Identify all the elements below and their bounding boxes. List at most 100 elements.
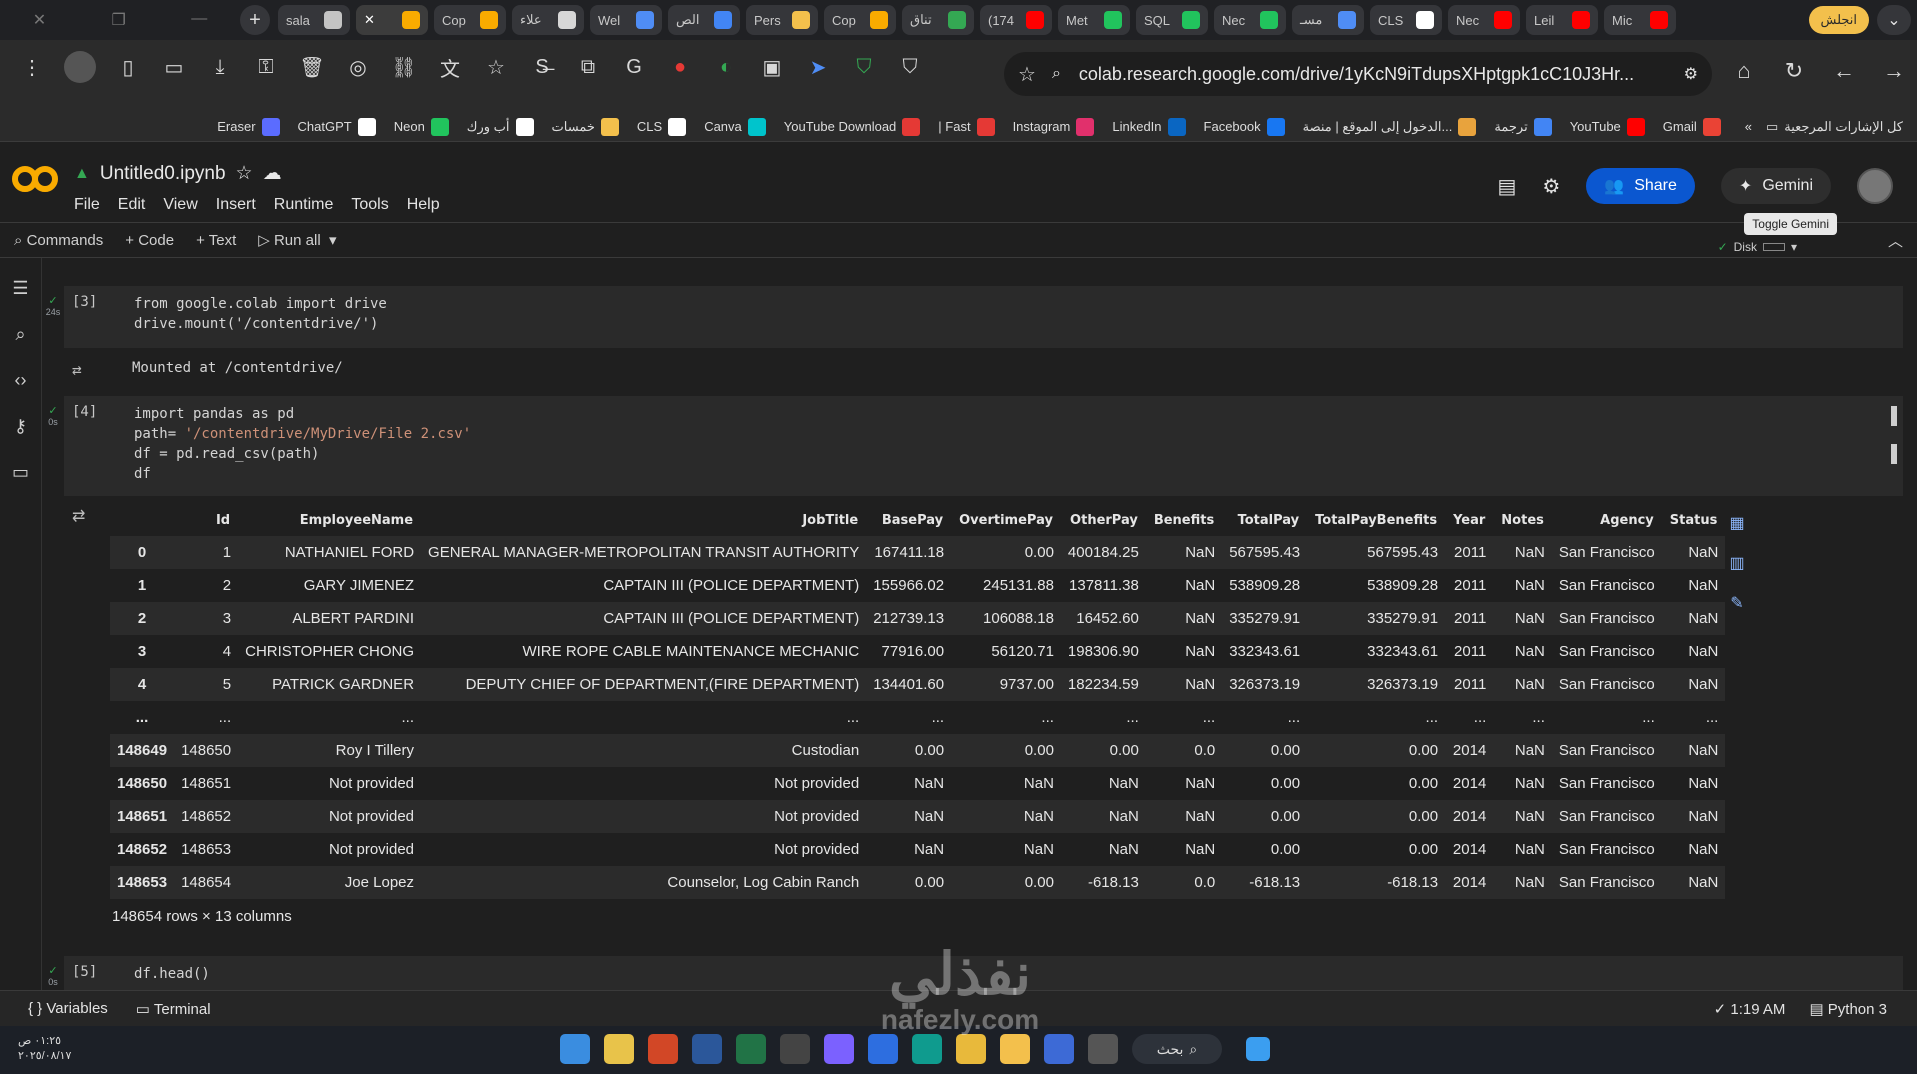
interactive-table-icon[interactable]: ▦ (1726, 512, 1748, 534)
link-icon[interactable]: ⛓ (390, 53, 418, 81)
code-snippets-icon[interactable]: ‹› (9, 368, 33, 392)
app-icon[interactable] (604, 1034, 634, 1064)
menu-item-tools[interactable]: Tools (351, 196, 388, 214)
user-avatar[interactable] (1857, 168, 1893, 204)
bookmark-item[interactable]: Facebook (1204, 117, 1285, 136)
commands-button[interactable]: ⌕ Commands (14, 232, 103, 249)
browser-tab[interactable]: SQL (1136, 5, 1208, 35)
menu-item-runtime[interactable]: Runtime (274, 196, 334, 214)
code-cell[interactable]: import pandas as pd path= '/contentdrive… (64, 396, 1903, 496)
code-cell[interactable]: from google.colab import drive drive.mou… (64, 286, 1903, 348)
back-icon[interactable]: ← (1831, 58, 1857, 84)
browser-tab[interactable]: Leil (1526, 5, 1598, 35)
bookmark-item[interactable]: Gmail (1663, 117, 1721, 136)
shield-green-icon[interactable]: ⛉ (850, 53, 878, 81)
add-code-button[interactable]: + Code (125, 232, 174, 249)
bookmark-item[interactable]: Eraser (217, 117, 280, 136)
notebook-title[interactable]: Untitled0.ipynb (100, 163, 226, 185)
bookmark-item[interactable]: CLS (637, 117, 687, 136)
key-icon[interactable]: ⚿ (252, 53, 280, 81)
browser-tab[interactable]: Cop (434, 5, 506, 35)
chatgpt-icon[interactable] (780, 1034, 810, 1064)
comment-icon[interactable]: ▤ (1497, 174, 1516, 199)
resources-dropdown-icon[interactable]: ▾ (1791, 240, 1797, 254)
terminal-button[interactable]: ▭ Terminal (136, 1000, 211, 1018)
browser-tab[interactable]: ✕ (356, 5, 428, 35)
menu-item-edit[interactable]: Edit (118, 196, 146, 214)
bookmark-star-icon[interactable]: ☆ (1018, 62, 1036, 87)
close-window-icon[interactable]: ✕ (33, 10, 46, 30)
bookmark-item[interactable]: أب ورك (467, 117, 534, 136)
browser-tab[interactable]: Mic (1604, 5, 1676, 35)
star-icon[interactable]: ☆ (236, 162, 253, 185)
star-extension-icon[interactable]: ☆ (482, 53, 510, 81)
task-view-icon[interactable] (1088, 1034, 1118, 1064)
tab-search-icon[interactable]: ⌄ (1877, 5, 1911, 35)
url-text[interactable]: colab.research.google.com/drive/1yKcN9iT… (1061, 64, 1684, 85)
browser-tab[interactable]: CLS (1370, 5, 1442, 35)
add-text-button[interactable]: + Text (196, 232, 236, 249)
share-button[interactable]: 👥 Share (1586, 168, 1695, 204)
bookmark-item[interactable]: | Fast (938, 117, 995, 136)
menu-item-file[interactable]: File (74, 196, 100, 214)
collapse-toolbar-icon[interactable]: ︿ (1888, 230, 1903, 251)
profile-pill[interactable]: انجلش (1808, 6, 1869, 34)
browser-tab[interactable]: Wel (590, 5, 662, 35)
browser-tab[interactable]: Nec (1214, 5, 1286, 35)
execution-status[interactable]: ✓ 1:19 AM (1714, 1000, 1786, 1018)
secrets-key-icon[interactable]: ⚷ (9, 414, 33, 438)
cloud-icon[interactable]: ☁ (263, 162, 282, 185)
settings-gear-icon[interactable]: ⚙ (1542, 174, 1560, 199)
resources-indicator[interactable]: ✓ Disk ▾ (1718, 240, 1797, 254)
shield-icon[interactable]: ⛉ (896, 53, 924, 81)
pointer-icon[interactable]: ➤ (804, 53, 832, 81)
runtime-status[interactable]: ▤ Python 3 (1809, 1000, 1887, 1018)
bookmark-item[interactable]: YouTube Download (784, 117, 921, 136)
powerpoint-icon[interactable] (648, 1034, 678, 1064)
browser-tab[interactable]: sala (278, 5, 350, 35)
browser-tab[interactable]: مسـ (1292, 5, 1364, 35)
excel-icon[interactable] (736, 1034, 766, 1064)
table-of-contents-icon[interactable]: ☰ (9, 276, 33, 300)
taskbar-search[interactable]: بحث ⌕ (1132, 1034, 1222, 1064)
bookmark-item[interactable]: ChatGPT (298, 117, 376, 136)
run-all-button[interactable]: ▷ Run all ▾ (258, 231, 336, 249)
close-tab-icon[interactable]: ✕ (364, 12, 375, 28)
profile-avatar-icon[interactable] (64, 51, 96, 83)
variables-button[interactable]: { } Variables (28, 1000, 108, 1017)
bookmark-item[interactable]: ترجمة (1494, 117, 1552, 136)
system-clock[interactable]: ٠١:٢٥ ص ٢٠٢٥/٠٨/١٧ (18, 1034, 71, 1064)
bookmark-item[interactable]: Instagram (1013, 117, 1095, 136)
reading-mode-icon[interactable]: ▯ (114, 53, 142, 81)
trash-icon[interactable]: 🗑 (298, 53, 326, 81)
browser-tab[interactable]: Cop (824, 5, 896, 35)
output-toggle-icon[interactable]: ⇄ (72, 360, 82, 379)
chart-suggestion-icon[interactable]: ▥ (1726, 552, 1748, 574)
home-icon[interactable]: ⌂ (1731, 58, 1757, 84)
bookmark-item[interactable]: YouTube (1570, 117, 1645, 136)
windows-start-icon[interactable] (1246, 1037, 1270, 1061)
strikethrough-icon[interactable]: S̶ (528, 53, 556, 81)
menu-item-insert[interactable]: Insert (216, 196, 256, 214)
reload-icon[interactable]: ↻ (1781, 58, 1807, 84)
all-bookmarks[interactable]: ▭ كل الإشارات المرجعية (1766, 119, 1903, 135)
files-folder-icon[interactable]: ▭ (9, 460, 33, 484)
grammarly-icon[interactable]: G (620, 53, 648, 81)
browser-tab[interactable]: Met (1058, 5, 1130, 35)
forward-icon[interactable]: → (1881, 58, 1907, 84)
translate-icon[interactable]: 文 (436, 53, 464, 81)
app-icon[interactable] (560, 1034, 590, 1064)
browser-tab[interactable]: علاء (512, 5, 584, 35)
chevron-left-icon[interactable]: « (1745, 119, 1752, 134)
magic-wand-icon[interactable]: ✎ (1726, 592, 1748, 614)
output-toggle-icon[interactable]: ⇄ (72, 506, 85, 526)
bookmark-item[interactable]: Canva (704, 117, 766, 136)
word-icon[interactable] (692, 1034, 722, 1064)
bookmark-item[interactable]: Neon (394, 117, 449, 136)
screenshot-icon[interactable]: ◎ (344, 53, 372, 81)
minimize-window-icon[interactable]: — (191, 10, 207, 30)
browser-tab[interactable]: (174 (980, 5, 1052, 35)
menu-icon[interactable]: ⋮ (18, 53, 46, 81)
bookmark-item[interactable]: LinkedIn (1112, 117, 1186, 136)
site-settings-icon[interactable]: ⚙ (1684, 64, 1698, 84)
